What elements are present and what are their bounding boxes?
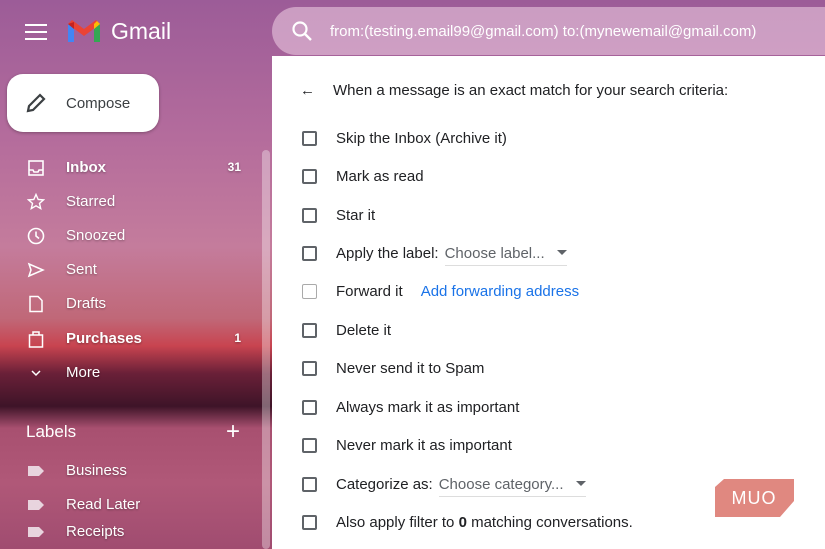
add-forwarding-address-link[interactable]: Add forwarding address [421,283,579,300]
svg-text:MUO: MUO [732,488,777,508]
checkbox[interactable] [302,477,317,492]
option-label: Never mark it as important [336,437,512,454]
label-icon [28,527,44,537]
option-label: Forward it [336,283,403,300]
nav-sent[interactable]: Sent [0,253,262,287]
option-label: Star it [336,207,376,224]
nav-label: Starred [66,193,116,210]
gmail-logo-icon [68,20,100,42]
muo-watermark-logo: MUO [715,479,794,517]
nav-drafts[interactable]: Drafts [0,287,262,321]
nav-purchases[interactable]: Purchases 1 [0,322,262,356]
option-label: Always mark it as important [336,399,520,416]
main-menu-icon[interactable] [25,24,47,45]
nav-label: Purchases [66,330,142,347]
matching-count: 0 [458,514,467,531]
nav-label: Snoozed [66,227,126,244]
option-label-suffix: matching conversations. [466,514,633,531]
label-name: Read Later [66,496,141,513]
send-icon [27,262,45,278]
option-label: Never send it to Spam [336,360,485,377]
checkbox[interactable] [302,361,317,376]
search-icon[interactable] [290,19,314,43]
checkbox[interactable] [302,438,317,453]
filter-actions-panel: ← When a message is an exact match for yo… [272,56,825,549]
top-bar: Gmail [0,0,272,60]
nav-label: Drafts [66,295,107,312]
pencil-icon [26,93,46,113]
nav-starred[interactable]: Starred [0,185,262,219]
back-arrow-icon[interactable]: ← [300,82,315,99]
checkbox[interactable] [302,400,317,415]
inbox-icon [28,160,44,176]
sidebar-scrollbar[interactable] [262,150,270,549]
label-name: Receipts [66,523,125,540]
option-label: Skip the Inbox (Archive it) [336,130,507,147]
star-icon [27,193,45,211]
clock-icon [27,227,45,245]
option-label: Categorize as: [336,476,433,493]
label-business[interactable]: Business [0,454,262,488]
search-input[interactable]: from:(testing.email99@gmail.com) to:(myn… [330,23,821,40]
label-name: Business [66,462,127,479]
label-icon [28,466,44,476]
unread-count: 31 [227,160,241,174]
checkbox[interactable] [302,208,317,223]
option-label: Also apply filter to [336,514,459,531]
compose-button[interactable]: Compose [7,74,159,132]
compose-label: Compose [66,95,131,112]
checkbox[interactable] [302,284,317,299]
label-icon [28,500,44,510]
checkbox[interactable] [302,323,317,338]
nav-more[interactable]: More [0,356,262,390]
nav-label: More [66,364,101,381]
checkbox[interactable] [302,246,317,261]
search-bar[interactable]: from:(testing.email99@gmail.com) to:(myn… [272,7,825,55]
option-label: Mark as read [336,168,424,185]
add-label-button[interactable]: + [226,418,240,446]
filter-header-text: When a message is an exact match for you… [333,82,729,99]
gmail-brand: Gmail [111,18,172,44]
labels-heading: Labels [26,422,77,441]
draft-icon [29,295,43,313]
checkbox[interactable] [302,131,317,146]
checkbox[interactable] [302,515,317,530]
option-label: Apply the label: [336,245,439,262]
nav-label: Sent [66,261,97,278]
option-label: Delete it [336,322,392,339]
nav-snoozed[interactable]: Snoozed [0,219,262,253]
category-select[interactable]: Choose category... [438,476,586,497]
label-receipts[interactable]: Receipts [0,515,262,549]
filter-header: ← When a message is an exact match for yo… [300,82,728,99]
bag-icon [28,331,44,348]
label-select[interactable]: Choose label... [444,245,567,266]
chevron-down-icon [31,370,41,377]
unread-count: 1 [234,331,241,345]
nav-inbox[interactable]: Inbox 31 [0,151,262,185]
nav-label: Inbox [66,159,106,176]
checkbox[interactable] [302,169,317,184]
